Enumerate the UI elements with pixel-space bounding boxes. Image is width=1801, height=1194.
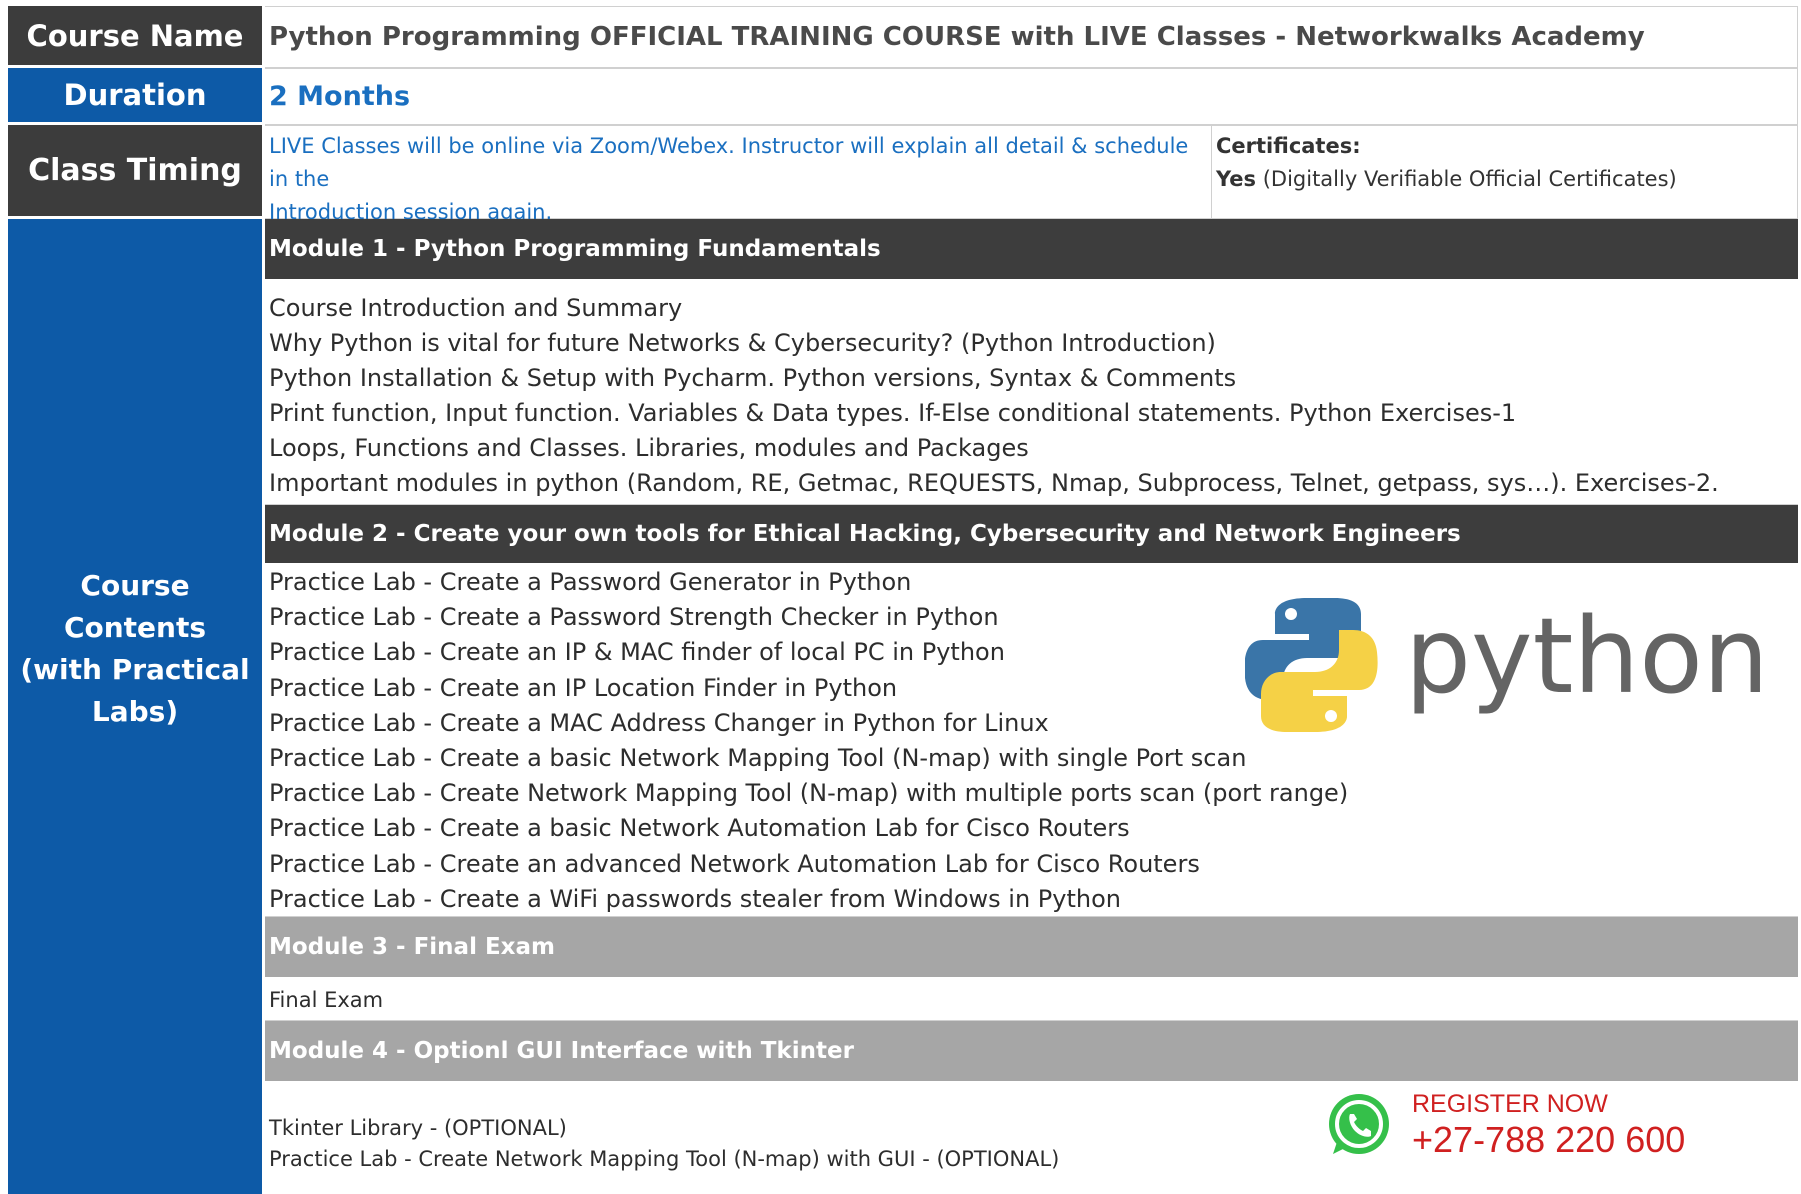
module-3-header: Module 3 - Final Exam: [265, 917, 1798, 979]
register-now-label[interactable]: REGISTER NOW: [1412, 1090, 1685, 1118]
certificates-title: Certificates:: [1216, 134, 1361, 158]
course-contents-label: Course Contents (with Practical Labs): [8, 219, 265, 1194]
course-name-row: Course Name Python Programming OFFICIAL …: [8, 6, 1798, 68]
course-name-label: Course Name: [8, 6, 265, 68]
class-timing-row: Class Timing LIVE Classes will be online…: [8, 125, 1798, 224]
list-item: Practice Lab - Create an advanced Networ…: [269, 849, 1200, 878]
list-item: Practice Lab - Create Network Mapping To…: [269, 779, 1349, 808]
certificates-box: Certificates: Yes (Digitally Verifiable …: [1212, 125, 1798, 219]
register-phone[interactable]: +27-788 220 600: [1412, 1118, 1685, 1162]
list-item: Python Installation & Setup with Pycharm…: [269, 364, 1237, 392]
certificates-detail: (Digitally Verifiable Official Certifica…: [1256, 167, 1677, 191]
module-4-header: Module 4 - Optionl GUI Interface with Tk…: [265, 1021, 1798, 1083]
list-item: Loops, Functions and Classes. Libraries,…: [269, 434, 1029, 462]
duration-label: Duration: [8, 68, 265, 125]
module-3-items: Final Exam: [265, 979, 1798, 1021]
course-contents-label-line3: Labs): [91, 695, 179, 728]
list-item: Important modules in python (Random, RE,…: [269, 469, 1719, 497]
list-item: Practice Lab - Create a basic Network Au…: [269, 814, 1130, 843]
module-2-header: Module 2 - Create your own tools for Eth…: [265, 505, 1798, 565]
class-timing-text: LIVE Classes will be online via Zoom/Web…: [265, 125, 1212, 224]
certificates-yes: Yes: [1216, 167, 1257, 191]
list-item: Course Introduction and Summary: [269, 294, 683, 322]
class-timing-label: Class Timing: [8, 125, 265, 219]
python-wordmark: python: [1405, 595, 1765, 717]
course-contents-label-line2: (with Practical: [20, 653, 250, 686]
python-snakes-icon: [1245, 598, 1378, 732]
list-item: Why Python is vital for future Networks …: [269, 329, 1216, 357]
register-block[interactable]: REGISTER NOW +27-788 220 600: [1412, 1090, 1685, 1162]
class-timing-line1: LIVE Classes will be online via Zoom/Web…: [269, 134, 1189, 191]
python-logo: python: [1245, 595, 1765, 732]
module-1-items: Course Introduction and Summary Why Pyth…: [265, 281, 1798, 505]
list-item: Practice Lab - Create a basic Network Ma…: [269, 744, 1247, 773]
duration-value: 2 Months: [265, 68, 1798, 125]
list-item: Practice Lab - Create a WiFi passwords s…: [269, 884, 1121, 913]
whatsapp-icon[interactable]: [1325, 1092, 1393, 1160]
course-contents-label-line1: Course Contents: [63, 569, 207, 644]
list-item: Final Exam: [269, 987, 384, 1012]
list-item: Print function, Input function. Variable…: [269, 399, 1517, 427]
duration-row: Duration 2 Months: [8, 68, 1798, 125]
module-1-header: Module 1 - Python Programming Fundamenta…: [265, 219, 1798, 281]
course-name-value: Python Programming OFFICIAL TRAINING COU…: [265, 6, 1798, 68]
